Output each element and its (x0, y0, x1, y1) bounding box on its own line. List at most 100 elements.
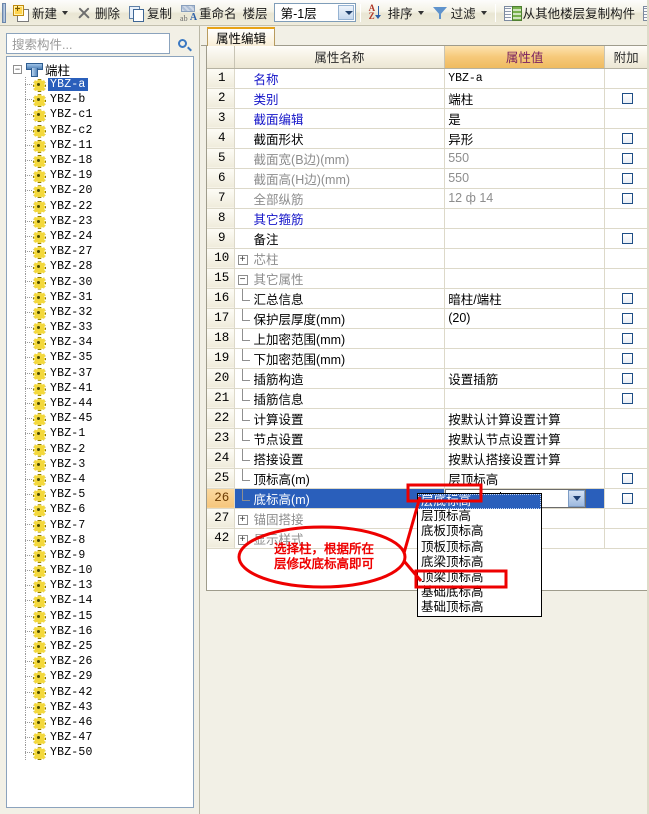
table-row[interactable]: 9 备注 (207, 228, 647, 249)
property-name-cell[interactable]: 搭接设置 (234, 448, 446, 469)
table-row[interactable]: 5 截面宽(B边)(mm) 550 (207, 148, 647, 169)
property-value-cell[interactable]: 是 (444, 108, 606, 129)
property-value-cell[interactable] (444, 348, 606, 369)
tree-item[interactable]: YBZ-30 (7, 274, 193, 290)
collapse-minus-icon[interactable]: − (237, 275, 248, 286)
chevron-down-icon[interactable] (417, 10, 424, 15)
tree-item[interactable]: YBZ-1 (7, 426, 193, 442)
tree-item[interactable]: YBZ-33 (7, 320, 193, 336)
tree-item[interactable]: YBZ-44 (7, 395, 193, 412)
copy-from-other-floor-button[interactable]: 从其他楼层复制构件 (500, 2, 640, 24)
table-row[interactable]: 17 保护层厚度(mm) (20) (207, 308, 647, 329)
property-value-cell[interactable]: 暗柱/端柱 (444, 288, 606, 309)
table-row[interactable]: 10 + 芯柱 (207, 248, 647, 269)
property-value-cell[interactable]: 550 (444, 168, 606, 189)
tree-item[interactable]: YBZ-22 (7, 198, 193, 214)
property-name-cell[interactable]: 顶标高(m) (234, 468, 446, 489)
chevron-down-icon[interactable] (480, 10, 487, 15)
attach-checkbox[interactable] (622, 373, 634, 385)
tree-item[interactable]: YBZ-a (7, 77, 193, 93)
tree-item[interactable]: YBZ-8 (7, 532, 193, 548)
property-value-cell[interactable]: 异形 (444, 128, 606, 149)
tree-item[interactable]: YBZ-37 (7, 365, 193, 381)
tree-item[interactable]: YBZ-32 (7, 304, 193, 320)
tree-item[interactable]: YBZ-3 (7, 456, 193, 472)
attach-checkbox[interactable] (622, 293, 634, 305)
header-property-value[interactable]: 属性值 (444, 46, 606, 69)
property-value-cell[interactable]: 按默认节点设置计算 (444, 428, 606, 449)
table-row[interactable]: 2 类别 端柱 (207, 88, 647, 109)
table-row[interactable]: 23 节点设置 按默认节点设置计算 (207, 428, 647, 449)
property-value-cell[interactable]: 12 ф 14 (444, 188, 606, 209)
dropdown-option[interactable]: 基础底标高 (418, 585, 541, 600)
table-row[interactable]: 16 汇总信息 暗柱/端柱 (207, 288, 647, 309)
tree-item[interactable]: YBZ-28 (7, 259, 193, 275)
property-name-cell[interactable]: − 其它属性 (234, 268, 446, 289)
property-name-cell[interactable]: 计算设置 (234, 408, 446, 429)
property-value-cell[interactable]: 550 (444, 148, 606, 169)
tree-item[interactable]: YBZ-2 (7, 441, 193, 457)
header-attach[interactable]: 附加 (604, 46, 647, 69)
tree-item[interactable]: YBZ-35 (7, 350, 193, 366)
tree-item[interactable]: YBZ-10 (7, 563, 193, 579)
delete-button[interactable]: 删除 (72, 2, 124, 24)
table-row[interactable]: 24 搭接设置 按默认搭接设置计算 (207, 448, 647, 469)
property-value-cell[interactable] (444, 268, 606, 289)
tree-item[interactable]: YBZ-15 (7, 608, 193, 624)
property-value-cell[interactable] (444, 388, 606, 409)
property-name-cell[interactable]: 截面编辑 (234, 108, 446, 129)
property-name-cell[interactable]: 底标高(m) (234, 488, 446, 509)
property-value-cell[interactable] (444, 248, 606, 269)
property-name-cell[interactable]: 其它箍筋 (234, 208, 446, 229)
tree-item[interactable]: YBZ-23 (7, 213, 193, 229)
tree-item[interactable]: YBZ-46 (7, 714, 193, 731)
dropdown-option[interactable]: 顶梁顶标高 (418, 570, 541, 585)
dropdown-option[interactable]: 底梁顶标高 (418, 555, 541, 570)
table-row[interactable]: 18 上加密范围(mm) (207, 328, 647, 349)
dropdown-option[interactable]: 底板顶标高 (418, 524, 541, 539)
tree-item[interactable]: YBZ-19 (7, 168, 193, 184)
tree-item[interactable]: YBZ-c2 (7, 122, 193, 138)
table-row[interactable]: 3 截面编辑 是 (207, 108, 647, 129)
tree-item[interactable]: YBZ-41 (7, 380, 193, 396)
dropdown-option[interactable]: 顶板顶标高 (418, 540, 541, 555)
expand-plus-icon[interactable]: + (237, 515, 248, 526)
table-row[interactable]: 4 截面形状 异形 (207, 128, 647, 149)
copy-button[interactable]: 复制 (124, 2, 176, 24)
tree-item[interactable]: YBZ-7 (7, 517, 193, 533)
search-button[interactable] (171, 33, 193, 54)
property-name-cell[interactable]: 截面形状 (234, 128, 446, 149)
property-value-cell[interactable]: 按默认计算设置计算 (444, 408, 606, 429)
tree-item[interactable]: YBZ-9 (7, 547, 193, 563)
tree-item[interactable]: YBZ-29 (7, 669, 193, 685)
expand-plus-icon[interactable]: + (237, 255, 248, 266)
property-value-cell[interactable]: 端柱 (444, 88, 606, 109)
sort-button[interactable]: 排序 (365, 2, 428, 24)
attach-checkbox[interactable] (622, 93, 634, 105)
property-name-cell[interactable]: 备注 (234, 228, 446, 249)
tree-item[interactable]: YBZ-6 (7, 502, 193, 518)
property-value-cell[interactable] (444, 328, 606, 349)
property-value-cell[interactable] (444, 228, 606, 249)
tab-property-editor[interactable]: 属性编辑 (207, 27, 276, 46)
table-row[interactable]: 6 截面高(H边)(mm) 550 (207, 168, 647, 189)
property-value-cell[interactable] (444, 208, 606, 229)
table-row[interactable]: 25 顶标高(m) 层顶标高 (207, 468, 647, 489)
attach-checkbox[interactable] (622, 173, 634, 185)
filter-button[interactable]: 过滤 (428, 2, 491, 24)
table-row[interactable]: 7 全部纵筋 12 ф 14 (207, 188, 647, 209)
table-row[interactable]: 19 下加密范围(mm) (207, 348, 647, 369)
attach-checkbox[interactable] (622, 233, 634, 245)
tree-item[interactable]: YBZ-20 (7, 183, 193, 199)
tree-item[interactable]: YBZ-4 (7, 471, 193, 488)
property-name-cell[interactable]: 名称 (234, 68, 446, 89)
property-name-cell[interactable]: 节点设置 (234, 428, 446, 449)
property-value-cell[interactable]: 按默认搭接设置计算 (444, 448, 606, 469)
rename-button[interactable]: 重命名 (176, 2, 241, 24)
attach-checkbox[interactable] (622, 133, 634, 145)
floor-select[interactable]: 第-1层 (273, 3, 356, 22)
property-name-cell[interactable]: 汇总信息 (234, 288, 446, 309)
new-button[interactable]: 新建 (9, 2, 72, 24)
chevron-down-icon[interactable] (568, 489, 586, 507)
header-property-name[interactable]: 属性名称 (234, 46, 446, 69)
